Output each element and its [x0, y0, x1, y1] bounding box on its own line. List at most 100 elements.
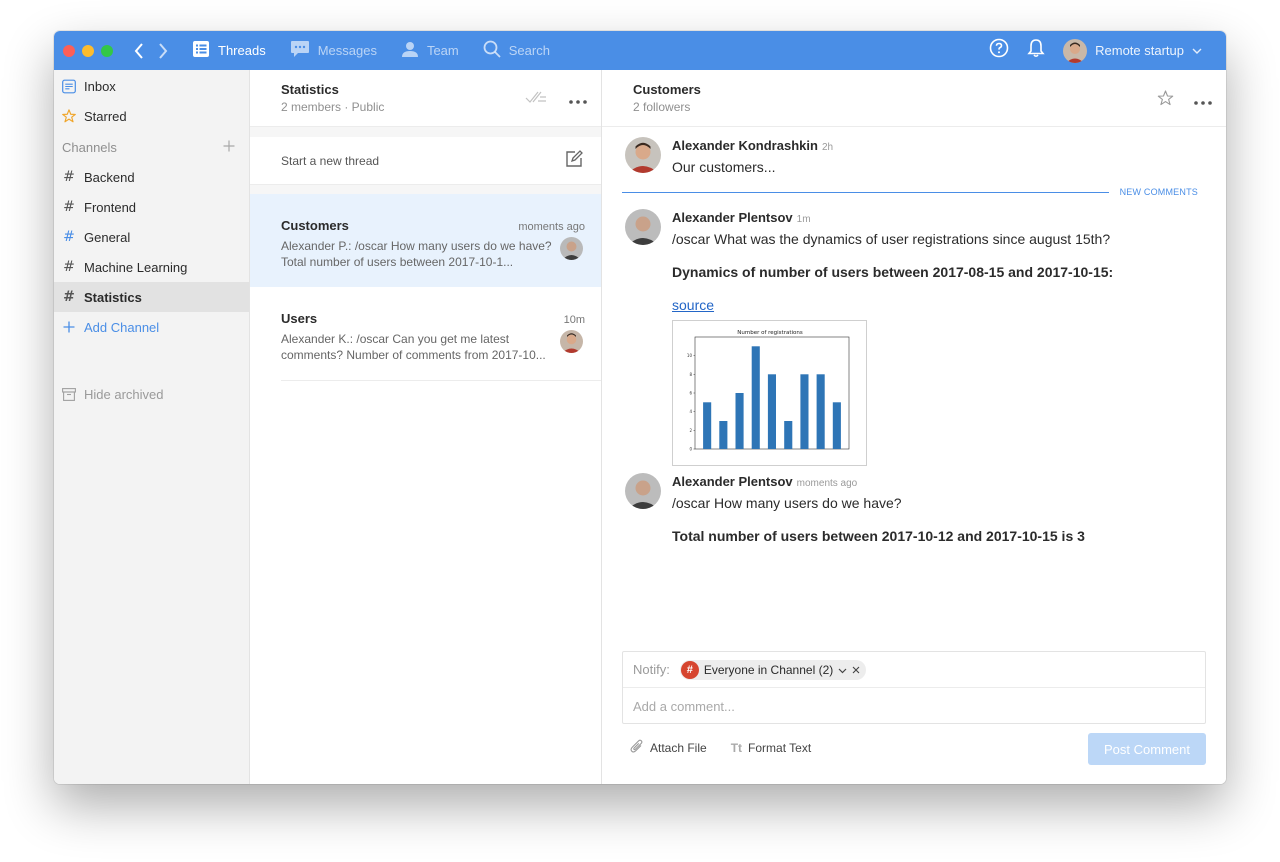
add-channel-button[interactable]: Add Channel: [54, 312, 249, 342]
separator-band: [250, 127, 601, 137]
tab-messages[interactable]: Messages: [290, 31, 377, 70]
format-text-button[interactable]: Tt Format Text: [731, 741, 811, 755]
chevron-down-icon[interactable]: [838, 663, 847, 677]
hide-archived-button[interactable]: Hide archived: [54, 379, 249, 409]
sidebar-item-frontend[interactable]: # Frontend: [54, 192, 249, 222]
sidebar-item-machine-learning[interactable]: # Machine Learning: [54, 252, 249, 282]
help-icon[interactable]: [989, 38, 1009, 63]
add-channel-label: Add Channel: [84, 319, 160, 335]
app-window: Threads Messages Team Search Remote star…: [54, 31, 1226, 784]
source-link[interactable]: source: [672, 297, 714, 313]
thread-list-pane: Statistics 2 members · Public Start a ne…: [250, 70, 602, 784]
thread-followers: 2 followers: [633, 100, 691, 114]
message-author-row: Alexander Plentsov 1m: [672, 210, 1212, 225]
chart-bar: [703, 402, 712, 449]
user-name: Remote startup: [1095, 43, 1184, 58]
zoom-window-button[interactable]: [101, 44, 113, 57]
window-controls: [63, 44, 113, 57]
message-body: Alexander Kondrashkin 2h Our customers...: [672, 138, 1212, 175]
comment-composer: Notify: # Everyone in Channel (2) Add a …: [622, 651, 1206, 724]
new-comments-label: NEW COMMENTS: [1119, 187, 1198, 197]
sidebar-item-label: Backend: [84, 169, 135, 185]
thread-name: Customers: [281, 218, 349, 233]
registrations-chart[interactable]: Number of registrations 0 2 4 6 8 10: [672, 320, 867, 466]
message-author[interactable]: Alexander Plentsov: [672, 210, 793, 225]
tab-team[interactable]: Team: [401, 31, 459, 70]
chart-bar: [751, 346, 760, 449]
bot-result-text: Dynamics of number of users between 2017…: [672, 264, 1114, 280]
post-comment-button[interactable]: Post Comment: [1088, 733, 1206, 765]
separator-band: [250, 185, 601, 194]
chevron-down-icon: [1192, 43, 1202, 58]
channel-header: Statistics 2 members · Public: [250, 70, 601, 127]
channels-header-label: Channels: [62, 139, 117, 155]
hash-icon: #: [680, 660, 699, 679]
chart-y-tick-label: 0: [689, 447, 692, 452]
thread-item-users[interactable]: Users 10m Alexander K.: /oscar Can you g…: [250, 287, 601, 380]
minimize-window-button[interactable]: [82, 44, 94, 57]
avatar: [625, 473, 661, 509]
messages-icon: [290, 40, 310, 61]
message-author-row: Alexander Kondrashkin 2h: [672, 138, 1212, 153]
sidebar-item-starred[interactable]: Starred: [54, 101, 249, 131]
notifications-bell-icon[interactable]: [1027, 38, 1045, 63]
sidebar-item-label: General: [84, 229, 131, 245]
chart-y-tick-label: 10: [687, 353, 693, 358]
avatar: [560, 330, 583, 353]
thread-item-customers[interactable]: Customers moments ago Alexander P.: /osc…: [250, 194, 601, 287]
hash-icon: #: [63, 199, 75, 215]
top-right-controls: Remote startup: [989, 38, 1226, 63]
avatar: [625, 209, 661, 245]
chart-bar: [719, 421, 728, 449]
tab-search[interactable]: Search: [483, 31, 550, 70]
message-author[interactable]: Alexander Kondrashkin: [672, 138, 818, 153]
hash-icon: #: [63, 229, 75, 245]
chart-y-tick-label: 4: [689, 409, 692, 414]
thread-name: Users: [281, 311, 318, 326]
sidebar-item-backend[interactable]: # Backend: [54, 162, 249, 192]
sidebar-item-label: Starred: [84, 108, 127, 124]
thread-title: Customers: [633, 82, 701, 97]
new-comments-divider: NEW COMMENTS: [622, 187, 1202, 199]
star-icon[interactable]: [1157, 90, 1174, 111]
more-options-icon[interactable]: [569, 91, 587, 109]
more-options-icon[interactable]: [1194, 92, 1212, 110]
sidebar-item-statistics[interactable]: # Statistics: [54, 282, 249, 312]
avatar: [625, 137, 661, 173]
hash-icon: #: [63, 289, 75, 305]
mark-all-read-icon[interactable]: [525, 90, 547, 109]
channels-section-header: Channels: [54, 132, 249, 162]
add-channel-plus-icon[interactable]: [223, 140, 235, 155]
message-author[interactable]: Alexander Plentsov: [672, 474, 793, 489]
compose-icon: [565, 150, 583, 171]
inbox-icon: [62, 79, 76, 93]
back-arrow-icon[interactable]: [134, 42, 144, 59]
close-window-button[interactable]: [63, 44, 75, 57]
notify-row: Notify: # Everyone in Channel (2): [623, 652, 1205, 688]
tab-messages-label: Messages: [317, 43, 377, 58]
chart-bar: [816, 374, 825, 449]
attach-file-button[interactable]: Attach File: [630, 739, 707, 757]
comment-input[interactable]: Add a comment...: [623, 688, 1205, 724]
sidebar-item-label: Machine Learning: [84, 259, 188, 275]
start-new-thread-button[interactable]: Start a new thread: [250, 137, 601, 185]
chart-bar: [784, 421, 793, 449]
channel-actions: [525, 90, 587, 109]
attach-file-label: Attach File: [650, 741, 707, 755]
message-time: 1m: [796, 214, 811, 225]
message-body: Alexander Plentsov moments ago /oscar How…: [672, 474, 1212, 544]
sidebar-item-general[interactable]: # General: [54, 222, 249, 252]
notify-recipient-chip[interactable]: # Everyone in Channel (2): [679, 659, 867, 680]
thread-snippet: Alexander P.: /oscar How many users do w…: [281, 239, 552, 269]
hash-icon: #: [63, 259, 75, 275]
sidebar-item-inbox[interactable]: Inbox: [54, 71, 249, 101]
forward-arrow-icon[interactable]: [158, 42, 168, 59]
tab-threads[interactable]: Threads: [192, 31, 266, 70]
sidebar-item-label: Frontend: [84, 199, 137, 215]
user-menu[interactable]: Remote startup: [1063, 38, 1202, 63]
message-time: 2h: [821, 142, 834, 153]
thread-snippet: Alexander K.: /oscar Can you get me late…: [281, 332, 546, 362]
remove-chip-close-icon[interactable]: [852, 663, 860, 677]
chart-y-tick-label: 2: [689, 428, 692, 433]
start-new-thread-label: Start a new thread: [281, 153, 380, 168]
